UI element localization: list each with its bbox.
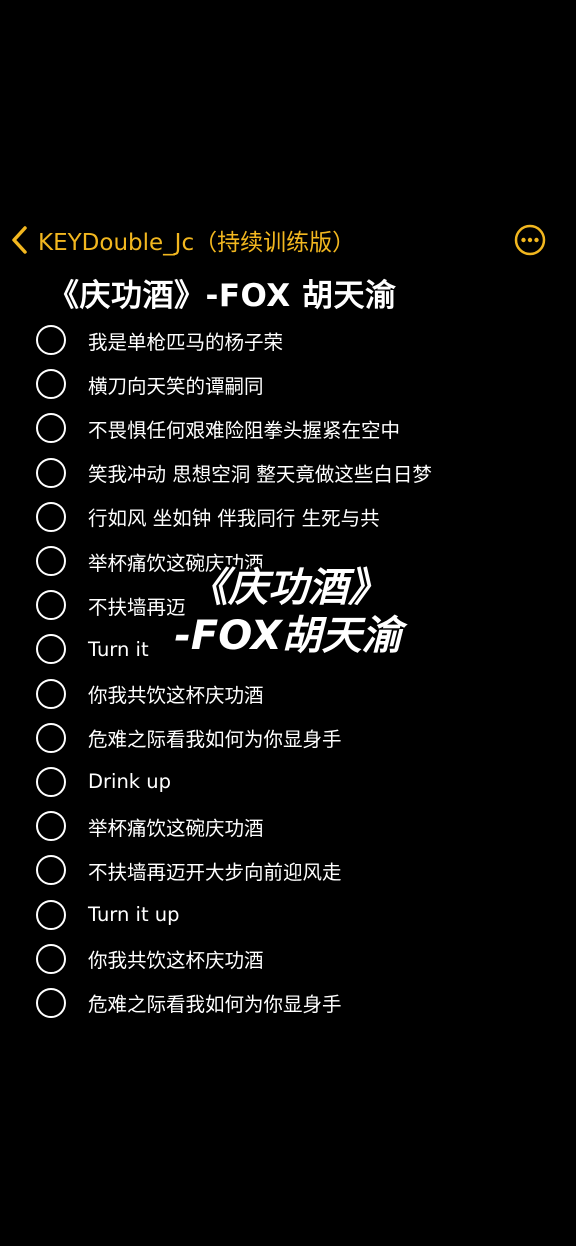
checklist-item-text[interactable]: 你我共饮这杯庆功酒	[88, 679, 264, 708]
checklist-item: 笑我冲动 思想空洞 整天竟做这些白日梦	[36, 451, 556, 495]
checklist-item: Drink up	[36, 760, 556, 804]
song-title-overlay: 《庆功酒》 -FOX胡天渝	[160, 565, 416, 659]
nav-bar: KEYDouble_Jc（持续训练版）	[0, 220, 576, 260]
checklist-item: 你我共饮这杯庆功酒	[36, 937, 556, 981]
checkbox[interactable]	[36, 943, 66, 974]
checklist-item: 行如风 坐如钟 伴我同行 生死与共	[36, 495, 556, 539]
checklist-item-text[interactable]: 行如风 坐如钟 伴我同行 生死与共	[88, 502, 380, 531]
checkbox[interactable]	[36, 987, 66, 1018]
checklist-item: 举杯痛饮这碗庆功酒	[36, 804, 556, 848]
checkbox[interactable]	[36, 678, 66, 709]
checkbox[interactable]	[36, 855, 66, 886]
checklist-item-text[interactable]: Drink up	[88, 770, 171, 793]
checkbox[interactable]	[36, 546, 66, 577]
checkbox[interactable]	[36, 501, 66, 532]
checkbox[interactable]	[36, 369, 66, 400]
checklist-item-text[interactable]: 不扶墙再迈开大步向前迎风走	[88, 856, 342, 885]
checklist-item: 你我共饮这杯庆功酒	[36, 672, 556, 716]
checklist-item-text[interactable]: 你我共饮这杯庆功酒	[88, 944, 264, 973]
checklist-item-text[interactable]: 笑我冲动 思想空洞 整天竟做这些白日梦	[88, 458, 432, 487]
overlay-artist: -FOX胡天渝	[172, 613, 404, 659]
more-button[interactable]	[514, 224, 546, 256]
back-label: KEYDouble_Jc（持续训练版）	[38, 230, 356, 256]
checklist-item-text[interactable]: 危难之际看我如何为你显身手	[88, 723, 342, 752]
checkbox[interactable]	[36, 325, 66, 356]
checkbox[interactable]	[36, 811, 66, 842]
checklist-item-text[interactable]: Turn it up	[88, 903, 180, 926]
checkbox[interactable]	[36, 899, 66, 930]
checkbox[interactable]	[36, 722, 66, 753]
checkbox[interactable]	[36, 457, 66, 488]
note-title: 《庆功酒》-FOX 胡天渝	[48, 278, 397, 314]
checklist-item: 我是单枪匹马的杨子荣	[36, 318, 556, 362]
checkbox[interactable]	[36, 634, 66, 665]
overlay-song-title: 《庆功酒》	[186, 565, 391, 611]
checklist: 我是单枪匹马的杨子荣 横刀向天笑的谭嗣同 不畏惧任何艰难险阻拳头握紧在空中 笑我…	[36, 318, 556, 1025]
checklist-item: 横刀向天笑的谭嗣同	[36, 362, 556, 406]
checklist-item-text[interactable]: Turn it	[88, 638, 149, 661]
chevron-left-icon	[10, 224, 30, 256]
checklist-item-text[interactable]: 不畏惧任何艰难险阻拳头握紧在空中	[88, 414, 400, 443]
checklist-item: 危难之际看我如何为你显身手	[36, 981, 556, 1025]
checklist-item-text[interactable]: 横刀向天笑的谭嗣同	[88, 370, 264, 399]
checklist-item: Turn it up	[36, 892, 556, 936]
checklist-item: 不畏惧任何艰难险阻拳头握紧在空中	[36, 406, 556, 450]
checkbox[interactable]	[36, 590, 66, 621]
checklist-item: 危难之际看我如何为你显身手	[36, 716, 556, 760]
checklist-item-text[interactable]: 我是单枪匹马的杨子荣	[88, 326, 283, 355]
checklist-item: 不扶墙再迈开大步向前迎风走	[36, 848, 556, 892]
checkbox[interactable]	[36, 413, 66, 444]
checkbox[interactable]	[36, 766, 66, 797]
checklist-item-text[interactable]: 举杯痛饮这碗庆功酒	[88, 812, 264, 841]
checklist-item-text[interactable]: 危难之际看我如何为你显身手	[88, 988, 342, 1017]
back-button[interactable]: KEYDouble_Jc（持续训练版）	[10, 220, 355, 260]
ellipsis-circle-icon	[514, 224, 546, 260]
